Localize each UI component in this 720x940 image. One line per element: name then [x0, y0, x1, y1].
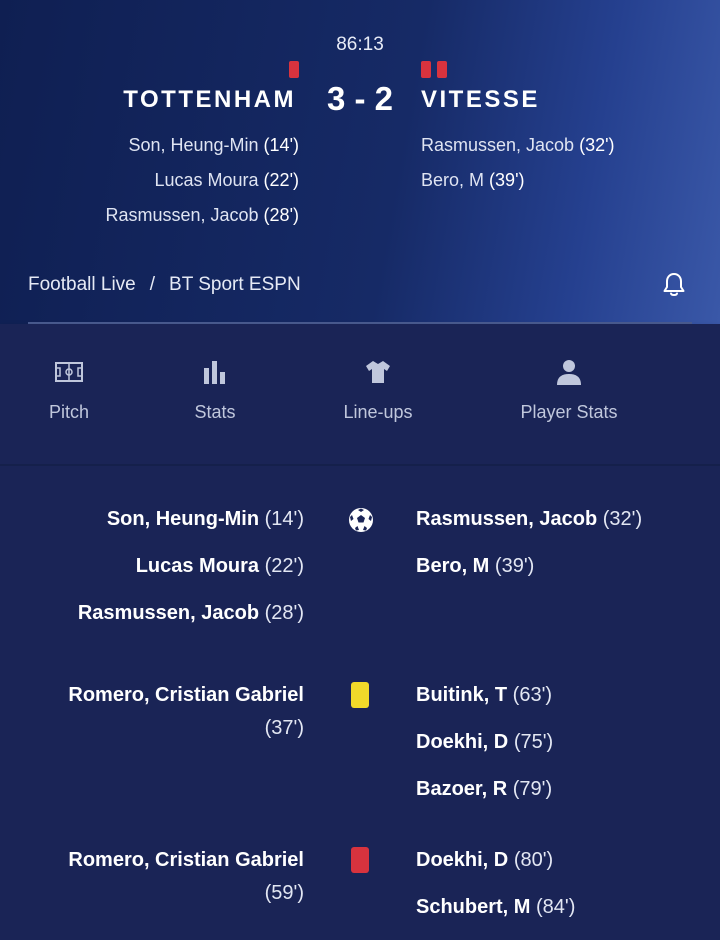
football-icon [349, 508, 373, 532]
list-item[interactable]: Schubert, M (84') [416, 884, 575, 931]
away-yellow-cards-list: Buitink, T (63') Doekhi, D (75') Bazoer,… [416, 672, 553, 813]
away-red-cards-list: Doekhi, D (80') Schubert, M (84') [416, 837, 575, 931]
player-name: Buitink, T [416, 684, 508, 706]
scorer-minute: (14') [263, 135, 299, 155]
scorer-name: Rasmussen, Jacob [105, 205, 259, 225]
list-item[interactable]: Buitink, T (63') [416, 672, 553, 719]
home-yellow-cards-list: Romero, Cristian Gabriel (37') [24, 679, 304, 745]
home-goals-list: Son, Heung-Min (14') Lucas Moura (22') R… [78, 496, 304, 637]
scorer-row: Rasmussen, Jacob (28') [105, 198, 299, 233]
home-red-card-icon [289, 61, 299, 78]
event-minute: (32') [602, 508, 643, 530]
event-minute: (63') [512, 684, 553, 706]
scorer-name: Bero, M [421, 170, 485, 190]
tab-label: Player Stats [520, 402, 618, 422]
scorer-name: Rasmussen, Jacob [421, 135, 575, 155]
away-scorers-summary: Rasmussen, Jacob (32') Bero, M (39') [421, 128, 615, 198]
list-item[interactable]: Rasmussen, Jacob (28') [78, 590, 304, 637]
list-item[interactable]: Doekhi, D (80') [416, 837, 575, 884]
home-scorers-summary: Son, Heung-Min (14') Lucas Moura (22') R… [105, 128, 299, 233]
list-item[interactable]: Lucas Moura (22') [78, 543, 304, 590]
list-item[interactable]: Romero, Cristian Gabriel (59') [24, 844, 304, 910]
player-name: Bazoer, R [416, 778, 508, 800]
scorer-row: Lucas Moura (22') [105, 163, 299, 198]
away-team-name[interactable]: VITESSE [421, 86, 540, 114]
tab-label: Line-ups [343, 402, 413, 422]
player-name: Rasmussen, Jacob [77, 602, 260, 624]
list-item[interactable]: Bero, M (39') [416, 543, 642, 590]
event-minute: (59') [264, 882, 304, 904]
scorer-minute: (28') [263, 205, 299, 225]
red-card-icon [351, 847, 369, 873]
home-team-name[interactable]: TOTTENHAM [123, 86, 296, 114]
list-item[interactable]: Romero, Cristian Gabriel (37') [24, 679, 304, 745]
player-name: Romero, Cristian Gabriel [68, 849, 304, 871]
player-name: Schubert, M [416, 896, 531, 918]
event-minute: (28') [264, 602, 304, 624]
player-name: Rasmussen, Jacob [416, 508, 598, 530]
scorer-row: Rasmussen, Jacob (32') [421, 128, 615, 163]
tab-lineups[interactable]: Line-ups [328, 356, 428, 423]
tab-player-stats[interactable]: Player Stats [508, 356, 630, 423]
match-score: 3 - 2 [326, 80, 394, 117]
player-name: Son, Heung-Min [106, 508, 260, 530]
match-events: Son, Heung-Min (14') Lucas Moura (22') R… [0, 466, 720, 940]
scorer-name: Lucas Moura [154, 170, 259, 190]
tab-label: Pitch [48, 402, 90, 422]
shirt-icon [366, 361, 390, 383]
list-item[interactable]: Doekhi, D (75') [416, 719, 553, 766]
home-red-cards-list: Romero, Cristian Gabriel (59') [24, 844, 304, 910]
breadcrumb-separator: / [149, 274, 156, 295]
event-minute: (84') [536, 896, 576, 918]
pitch-icon [55, 362, 83, 382]
player-name: Doekhi, D [416, 731, 509, 753]
bar-chart-icon [204, 361, 225, 384]
breadcrumb-channel[interactable]: BT Sport ESPN [169, 274, 301, 295]
player-name: Bero, M [416, 555, 490, 577]
scorer-row: Son, Heung-Min (14') [105, 128, 299, 163]
event-minute: (22') [264, 555, 304, 577]
scorer-minute: (32') [579, 135, 615, 155]
event-minute: (39') [494, 555, 535, 577]
away-goals-list: Rasmussen, Jacob (32') Bero, M (39') [416, 496, 642, 590]
bell-icon[interactable] [662, 272, 686, 298]
scorer-minute: (22') [263, 170, 299, 190]
list-item[interactable]: Son, Heung-Min (14') [78, 496, 304, 543]
tab-stats[interactable]: Stats [175, 356, 255, 423]
breadcrumb: Football Live / BT Sport ESPN [28, 274, 301, 296]
event-minute: (14') [264, 508, 304, 530]
match-tabs: Pitch Stats Line-ups Player Stats [0, 324, 720, 466]
event-minute: (80') [513, 849, 554, 871]
scorer-minute: (39') [489, 170, 525, 190]
scorer-row: Bero, M (39') [421, 163, 615, 198]
person-icon [557, 360, 581, 385]
event-minute: (79') [512, 778, 553, 800]
breadcrumb-section[interactable]: Football Live [28, 274, 136, 295]
player-name: Romero, Cristian Gabriel [68, 684, 304, 706]
list-item[interactable]: Rasmussen, Jacob (32') [416, 496, 642, 543]
list-item[interactable]: Bazoer, R (79') [416, 766, 553, 813]
player-name: Lucas Moura [135, 555, 260, 577]
match-clock: 86:13 [336, 34, 384, 55]
event-minute: (75') [513, 731, 554, 753]
player-name: Doekhi, D [416, 849, 509, 871]
tab-pitch[interactable]: Pitch [29, 356, 109, 423]
away-red-card-icon [421, 61, 431, 78]
event-minute: (37') [264, 717, 304, 739]
tab-label: Stats [194, 402, 236, 422]
scoreboard-header: 86:13 TOTTENHAM 3 - 2 VITESSE Son, Heung… [0, 0, 720, 324]
yellow-card-icon [351, 682, 369, 708]
away-red-card-icon [437, 61, 447, 78]
scorer-name: Son, Heung-Min [128, 135, 259, 155]
